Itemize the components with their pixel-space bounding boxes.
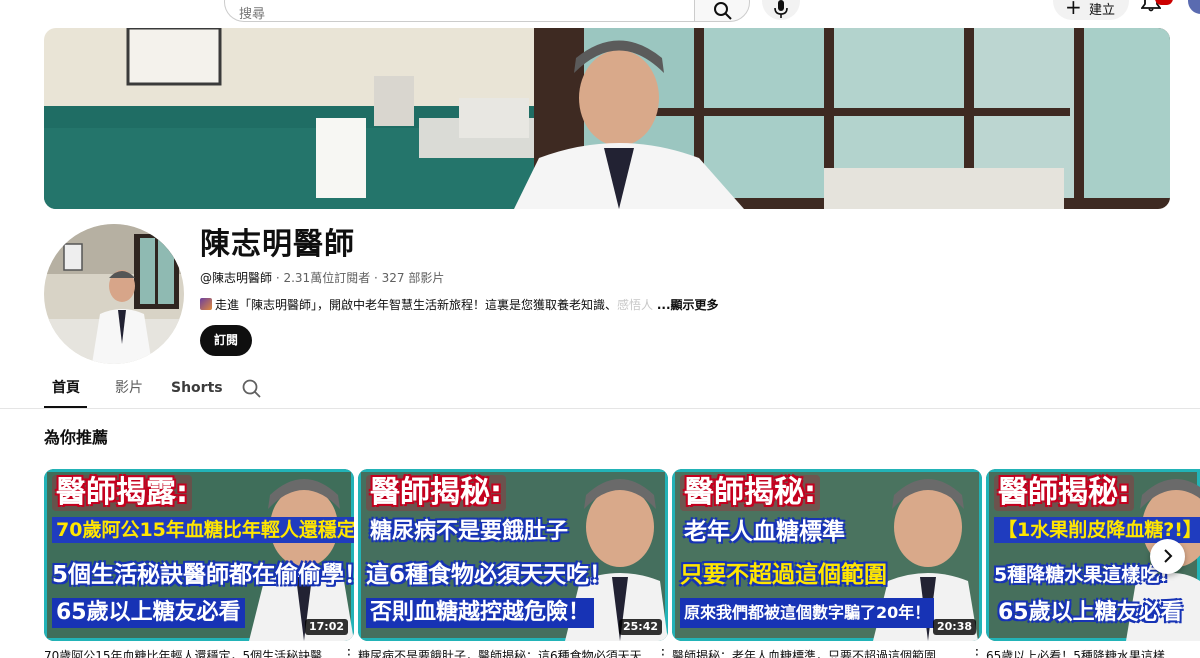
search-icon	[714, 2, 732, 20]
tab-videos[interactable]: 影片	[115, 380, 143, 396]
search-button[interactable]	[694, 0, 750, 22]
thumbnail-line-3: 65歲以上糖友必看	[998, 600, 1183, 625]
channel-search-icon[interactable]	[242, 379, 262, 399]
thumbnail-line-3: 否則血糖越控越危險！	[366, 598, 595, 628]
thumbnail-line-1: 老年人血糖標準	[684, 519, 845, 545]
section-title: 為你推薦	[44, 428, 109, 447]
channel-handle[interactable]: @陳志明醫師	[200, 271, 272, 285]
subscriber-count: 2.31萬位訂閱者	[283, 271, 371, 285]
channel-description[interactable]: 走進「陳志明醫師」，開啟中老年智慧生活新旅程！這裏是您獲取養老知識、感悟人 ..…	[200, 297, 740, 313]
channel-meta: @陳志明醫師 · 2.31萬位訂閱者 · 327 部影片	[200, 271, 445, 285]
thumbnail-line-3: 原來我們都被這個數字騙了20年！	[680, 598, 935, 628]
video-menu-icon[interactable]: ⋮	[656, 648, 670, 658]
show-more-link[interactable]: ...顯示更多	[657, 298, 719, 312]
thumbnail-line-2: 5種降糖水果這樣吃!	[994, 564, 1168, 586]
carousel-next-button[interactable]	[1150, 539, 1185, 574]
tab-home[interactable]: 首頁	[52, 380, 80, 396]
account-avatar[interactable]	[1188, 0, 1200, 14]
description-faded-text: 感悟人	[617, 298, 654, 312]
video-thumbnail[interactable]: 醫師揭露: 70歲阿公15年血糖比年輕人還穩定 5個生活秘訣醫師都在偷偷學！ 6…	[44, 469, 354, 641]
video-thumbnail[interactable]: 醫師揭秘: 糖尿病不是要餓肚子 這6種食物必須天天吃！ 否則血糖越控越危險！ 2…	[358, 469, 668, 641]
thumbnail-line-3: 65歲以上糖友必看	[52, 598, 245, 628]
create-label: 建立	[1089, 3, 1116, 18]
thumbnail-heading: 醫師揭秘:	[366, 475, 506, 511]
thumbnail-line-1: 糖尿病不是要餓肚子	[370, 519, 569, 544]
voice-search-button[interactable]	[762, 0, 800, 20]
video-duration: 17:02	[304, 619, 348, 635]
channel-avatar-image	[44, 224, 184, 364]
microphone-icon	[774, 0, 788, 18]
thumbnail-heading: 醫師揭秘:	[680, 475, 820, 511]
video-title[interactable]: 糖尿病不是要餓肚子，醫師揭秘：這6種食物必須天天	[358, 648, 648, 658]
video-duration: 25:42	[618, 619, 662, 635]
channel-name: 陳志明醫師	[200, 227, 355, 262]
video-title[interactable]: 65歲以上必看！5種降糖水果這樣	[986, 648, 1196, 658]
sunset-emoji-icon	[200, 298, 212, 310]
tab-shorts[interactable]: Shorts	[171, 380, 223, 396]
create-button[interactable]: + 建立	[1053, 0, 1129, 20]
thumbnail-line-1: 70歲阿公15年血糖比年輕人還穩定	[52, 517, 354, 543]
search-placeholder: 搜尋	[239, 7, 266, 22]
notification-badge	[1155, 0, 1173, 5]
channel-banner	[44, 28, 1170, 209]
masthead: 搜尋 + 建立	[0, 0, 1200, 22]
video-menu-icon[interactable]: ⋮	[970, 648, 984, 658]
chevron-right-icon	[1164, 549, 1173, 563]
thumbnail-heading: 醫師揭秘:	[994, 475, 1134, 511]
channel-avatar[interactable]	[44, 224, 184, 364]
thumbnail-line-2: 只要不超過這個範圍	[680, 562, 887, 588]
search-input[interactable]: 搜尋	[224, 0, 694, 22]
plus-icon: +	[1065, 0, 1082, 19]
thumbnail-line-2: 5個生活秘訣醫師都在偷偷學！	[52, 562, 354, 588]
subscribe-button[interactable]: 訂閱	[200, 325, 252, 356]
video-thumbnail[interactable]: 醫師揭秘: 老年人血糖標準 只要不超過這個範圍 原來我們都被這個數字騙了20年！…	[672, 469, 982, 641]
thumbnail-line-2: 這6種食物必須天天吃！	[366, 562, 613, 588]
channel-tabs: 首頁 影片 Shorts	[0, 370, 1200, 409]
thumbnail-heading: 醫師揭露:	[52, 475, 192, 511]
video-count: 327 部影片	[381, 271, 445, 285]
video-title[interactable]: 70歲阿公15年血糖比年輕人還穩定，5個生活秘訣醫	[44, 648, 334, 658]
video-menu-icon[interactable]: ⋮	[342, 648, 356, 658]
description-text: 走進「陳志明醫師」，開啟中老年智慧生活新旅程！這裏是您獲取養老知識、	[215, 298, 618, 312]
video-duration: 20:38	[932, 619, 976, 635]
active-tab-indicator	[44, 406, 87, 408]
banner-image	[44, 28, 1170, 209]
video-title[interactable]: 醫師揭秘：老年人血糖標準，只要不超過這個範圍	[672, 648, 962, 658]
